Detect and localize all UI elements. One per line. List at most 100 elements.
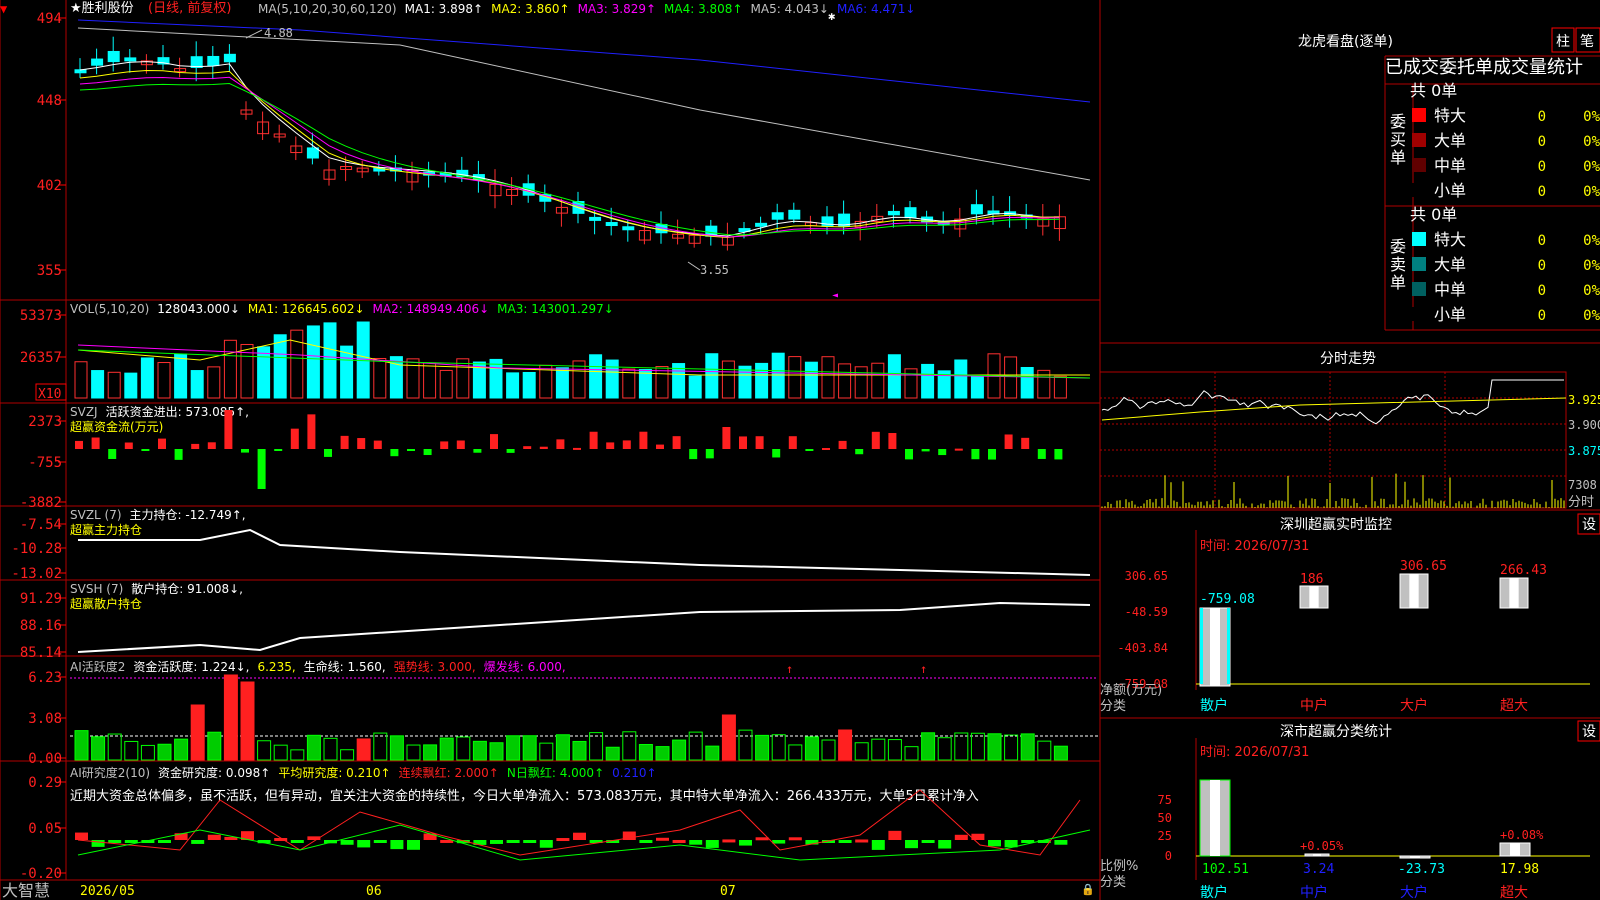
activity-bar (340, 749, 355, 761)
realtime-monitor-panel[interactable]: 深圳超赢实时监控 设 时间: 2026/07/31 306.65 -48.59 -4… (1100, 513, 1600, 714)
volume-bar (755, 362, 769, 399)
legend-item: VOL(5,10,20) (70, 302, 149, 316)
category-label: 分类 (1100, 875, 1126, 890)
stats-axis-label: 75 (1158, 793, 1172, 807)
category-swatch (1412, 183, 1426, 197)
legend-item: 资金活跃度: 1.224↓, (133, 659, 249, 674)
svzj-panel[interactable]: SVZJ 活跃资金进出: 573.085↑,超赢资金流(万元) 2373 -755 -… (20, 404, 1063, 511)
research-bar (573, 832, 586, 840)
research-bar (888, 830, 902, 840)
category-pct: 0% (1583, 184, 1600, 200)
research-bar (739, 840, 752, 846)
ratio-value: -23.73 (1398, 862, 1445, 877)
flow-bar (722, 427, 731, 449)
flow-bar (672, 436, 681, 449)
axis-label: 448 (37, 93, 62, 109)
category-bar-highlight (1309, 586, 1319, 608)
candlestick-chart[interactable]: 4.88 3.55 ◄ (74, 19, 1091, 301)
svsh-panel[interactable]: SVSH (7) 散户持仓: 91.008↓,超赢散户持仓 91.29 88.16 8… (20, 581, 1091, 661)
intraday-panel[interactable]: 分时走势 3.925 3.900 3.875 7308 分时 (1099, 351, 1600, 510)
legend-item: MA(5,10,20,30,60,120) (258, 2, 397, 16)
research-bar (788, 837, 802, 841)
activity-bar (423, 744, 438, 761)
date-axis: 大智慧 2026/05 06 07 🔒 (2, 881, 1095, 900)
research-bar (656, 837, 669, 841)
research-bar (938, 840, 952, 849)
flow-bar (739, 436, 747, 449)
volume-bar (373, 357, 387, 399)
stats-axis-label: 50 (1158, 811, 1172, 825)
flow-bar (473, 449, 482, 453)
tab-tick-chart[interactable]: 笔 (1580, 34, 1594, 50)
axis-label: 0.05 (28, 821, 62, 837)
volume-bar (223, 339, 237, 399)
category-pct: 0% (1583, 258, 1600, 274)
axis-label: 26357 (20, 350, 62, 366)
menu-arrow-icon[interactable]: ▼ (0, 2, 8, 16)
legend-item: SVSH (7) (70, 582, 123, 596)
category-name: 大户 (1400, 884, 1428, 900)
stats-settings-button[interactable]: 设 (1582, 724, 1596, 740)
volume-bar (506, 372, 520, 399)
activity-bar (323, 737, 338, 761)
activity-bar (672, 739, 687, 761)
date-label: 2026/05 (80, 884, 135, 899)
fund-commentary: 近期大资金总体偏多，虽不活跃，但有异动，宜关注大资金的持续性，今日大单净流入：5… (70, 788, 979, 804)
category-swatch (1412, 307, 1426, 321)
monitor-axis-label: -403.84 (1117, 641, 1168, 655)
category-swatch (1412, 108, 1426, 122)
main-holding-line (78, 528, 1091, 576)
activity-bar (788, 744, 803, 761)
stats-title: 深市超赢分类统计 (1280, 723, 1392, 740)
flow-bar (689, 449, 698, 460)
svzl-panel[interactable]: SVZL (7) 主力持仓: -12.749↑,超赢主力持仓 -7.54 -10.2… (11, 507, 1091, 582)
activity-bar (821, 739, 836, 761)
intraday-chart (1099, 371, 1567, 509)
research-bar (755, 837, 769, 841)
flow-bar (705, 449, 714, 459)
research-bar (855, 839, 869, 843)
flow-bar (490, 434, 498, 449)
order-side-label: 委 (1390, 237, 1406, 256)
volume-bar (838, 363, 852, 399)
category-name: 中单 (1434, 280, 1466, 299)
pct-label: +0.08% (1500, 828, 1544, 842)
ai-activity-panel[interactable]: AI活跃度2 资金活跃度: 1.224↓, 6.235, 生命线: 1.560, 强势线… (28, 659, 1098, 767)
category-name: 大单 (1434, 255, 1466, 274)
volume-panel[interactable]: VOL(5,10,20) 128043.000↓ MA1: 126645.602↓ M… (20, 302, 1091, 402)
volume-bar (605, 359, 619, 399)
lock-icon[interactable]: 🔒 (1081, 883, 1095, 896)
ratio-value: 3.24 (1303, 862, 1334, 877)
category-count: 0 (1538, 233, 1546, 249)
category-count: 0 (1538, 134, 1546, 150)
volume-bar (1004, 356, 1018, 399)
price-panel[interactable]: ▼ ★胜利股份 (日线, 前复权) MA(5,10,20,30,60,120) M… (0, 0, 1091, 301)
legend-item: SVZL (7) (70, 508, 122, 522)
category-bar-edge (1200, 608, 1203, 684)
flow-bar (556, 439, 565, 449)
category-stats-panel[interactable]: 深市超赢分类统计 设 时间: 2026/07/31 75 50 25 0 +0.05% +… (1100, 720, 1600, 900)
legend-item: 超赢散户持仓 (70, 596, 142, 611)
candle (771, 212, 784, 220)
up-arrow-icon: ↑ (920, 662, 927, 676)
intraday-volume-label: 7308 (1568, 478, 1597, 492)
research-bar (75, 832, 88, 840)
volume-bar (124, 372, 138, 399)
ai-research-panel[interactable]: AI研究度2(10) 资金研究度: 0.098↑ 平均研究度: 0.210↑ 连续飘红… (20, 765, 1091, 882)
flow-bar (622, 440, 631, 449)
category-value: 266.43 (1500, 563, 1547, 578)
research-bar (340, 840, 354, 845)
volume-bar (323, 322, 337, 399)
flow-bar (639, 431, 648, 449)
ai-research-axis: 0.29 0.05 -0.20 (20, 775, 66, 882)
flow-bar (888, 433, 897, 449)
flow-bar (523, 446, 532, 449)
order-side-label: 买 (1390, 130, 1406, 149)
monitor-settings-button[interactable]: 设 (1582, 517, 1596, 533)
activity-bar (555, 734, 570, 761)
axis-label: 494 (37, 11, 62, 27)
monitor-axis-label: -48.59 (1125, 605, 1168, 619)
date-label: 07 (720, 884, 736, 899)
net-amount-chart: 306.65-48.59-403.84-759.08-759.08186306.… (1117, 559, 1590, 714)
tab-bar-chart[interactable]: 柱 (1556, 34, 1570, 50)
